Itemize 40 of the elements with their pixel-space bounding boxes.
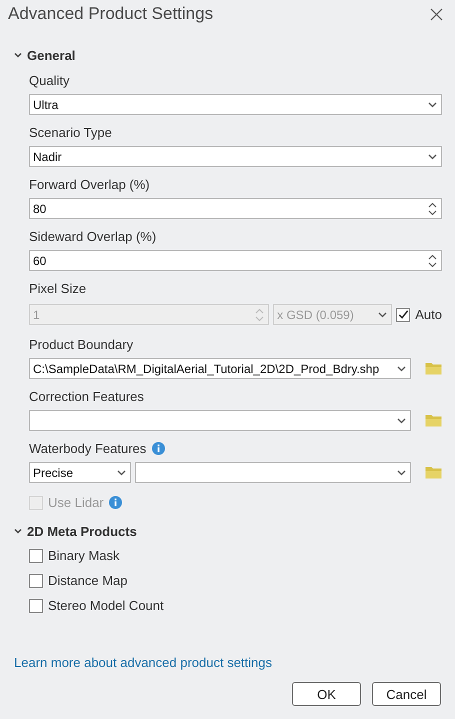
checkbox-label: Binary Mask: [48, 548, 120, 563]
dropdown[interactable]: Nadir: [29, 146, 442, 167]
ok-button[interactable]: OK: [292, 682, 361, 706]
spin-arrows-icon[interactable]: [428, 200, 437, 216]
checkbox[interactable]: [29, 574, 43, 588]
section-header[interactable]: General: [14, 45, 76, 65]
checkbox-label: Distance Map: [48, 573, 128, 588]
dropdown[interactable]: Precise: [29, 462, 131, 483]
dropdown[interactable]: Ultra: [29, 94, 442, 115]
number-field[interactable]: 80: [29, 198, 442, 219]
field-label: Quality: [29, 72, 70, 88]
caret-icon[interactable]: [397, 470, 406, 476]
spin-arrows-icon[interactable]: [428, 252, 437, 268]
field-label: Product Boundary: [29, 336, 134, 352]
close-icon[interactable]: [430, 8, 443, 20]
caret-icon[interactable]: [397, 366, 406, 372]
caret-icon[interactable]: [428, 102, 437, 108]
field-label: Correction Features: [29, 388, 144, 404]
chevron-icon[interactable]: [14, 527, 22, 535]
number-field[interactable]: 60: [29, 250, 442, 271]
window-title: Advanced Product Settings: [8, 4, 214, 24]
field-label: Forward Overlap (%): [29, 176, 150, 192]
help-link[interactable]: Learn more about advanced product settings: [14, 655, 272, 670]
chevron-icon[interactable]: [14, 51, 22, 59]
checkbox[interactable]: [29, 598, 43, 612]
checkbox-label: Auto: [415, 307, 442, 322]
checkbox-label: Use Lidar: [48, 495, 104, 510]
dropdown[interactable]: C:\SampleData\RM_DigitalAerial_Tutorial_2D\2D_Prod_Bdry.shp: [29, 358, 411, 379]
field-label: Scenario Type: [29, 124, 112, 140]
cancel-button[interactable]: Cancel: [372, 682, 441, 706]
checkbox[interactable]: [29, 548, 43, 562]
field-label: Waterbody Features: [29, 440, 146, 456]
caret-icon[interactable]: [428, 154, 437, 160]
checkbox-label: Stereo Model Count: [48, 598, 164, 613]
caret-icon[interactable]: [397, 418, 406, 424]
field-label: Sideward Overlap (%): [29, 228, 156, 244]
field-label: Pixel Size: [29, 280, 86, 296]
section-header[interactable]: 2D Meta Products: [14, 521, 137, 541]
caret-icon[interactable]: [117, 470, 126, 476]
info-icon[interactable]: [152, 442, 166, 454]
